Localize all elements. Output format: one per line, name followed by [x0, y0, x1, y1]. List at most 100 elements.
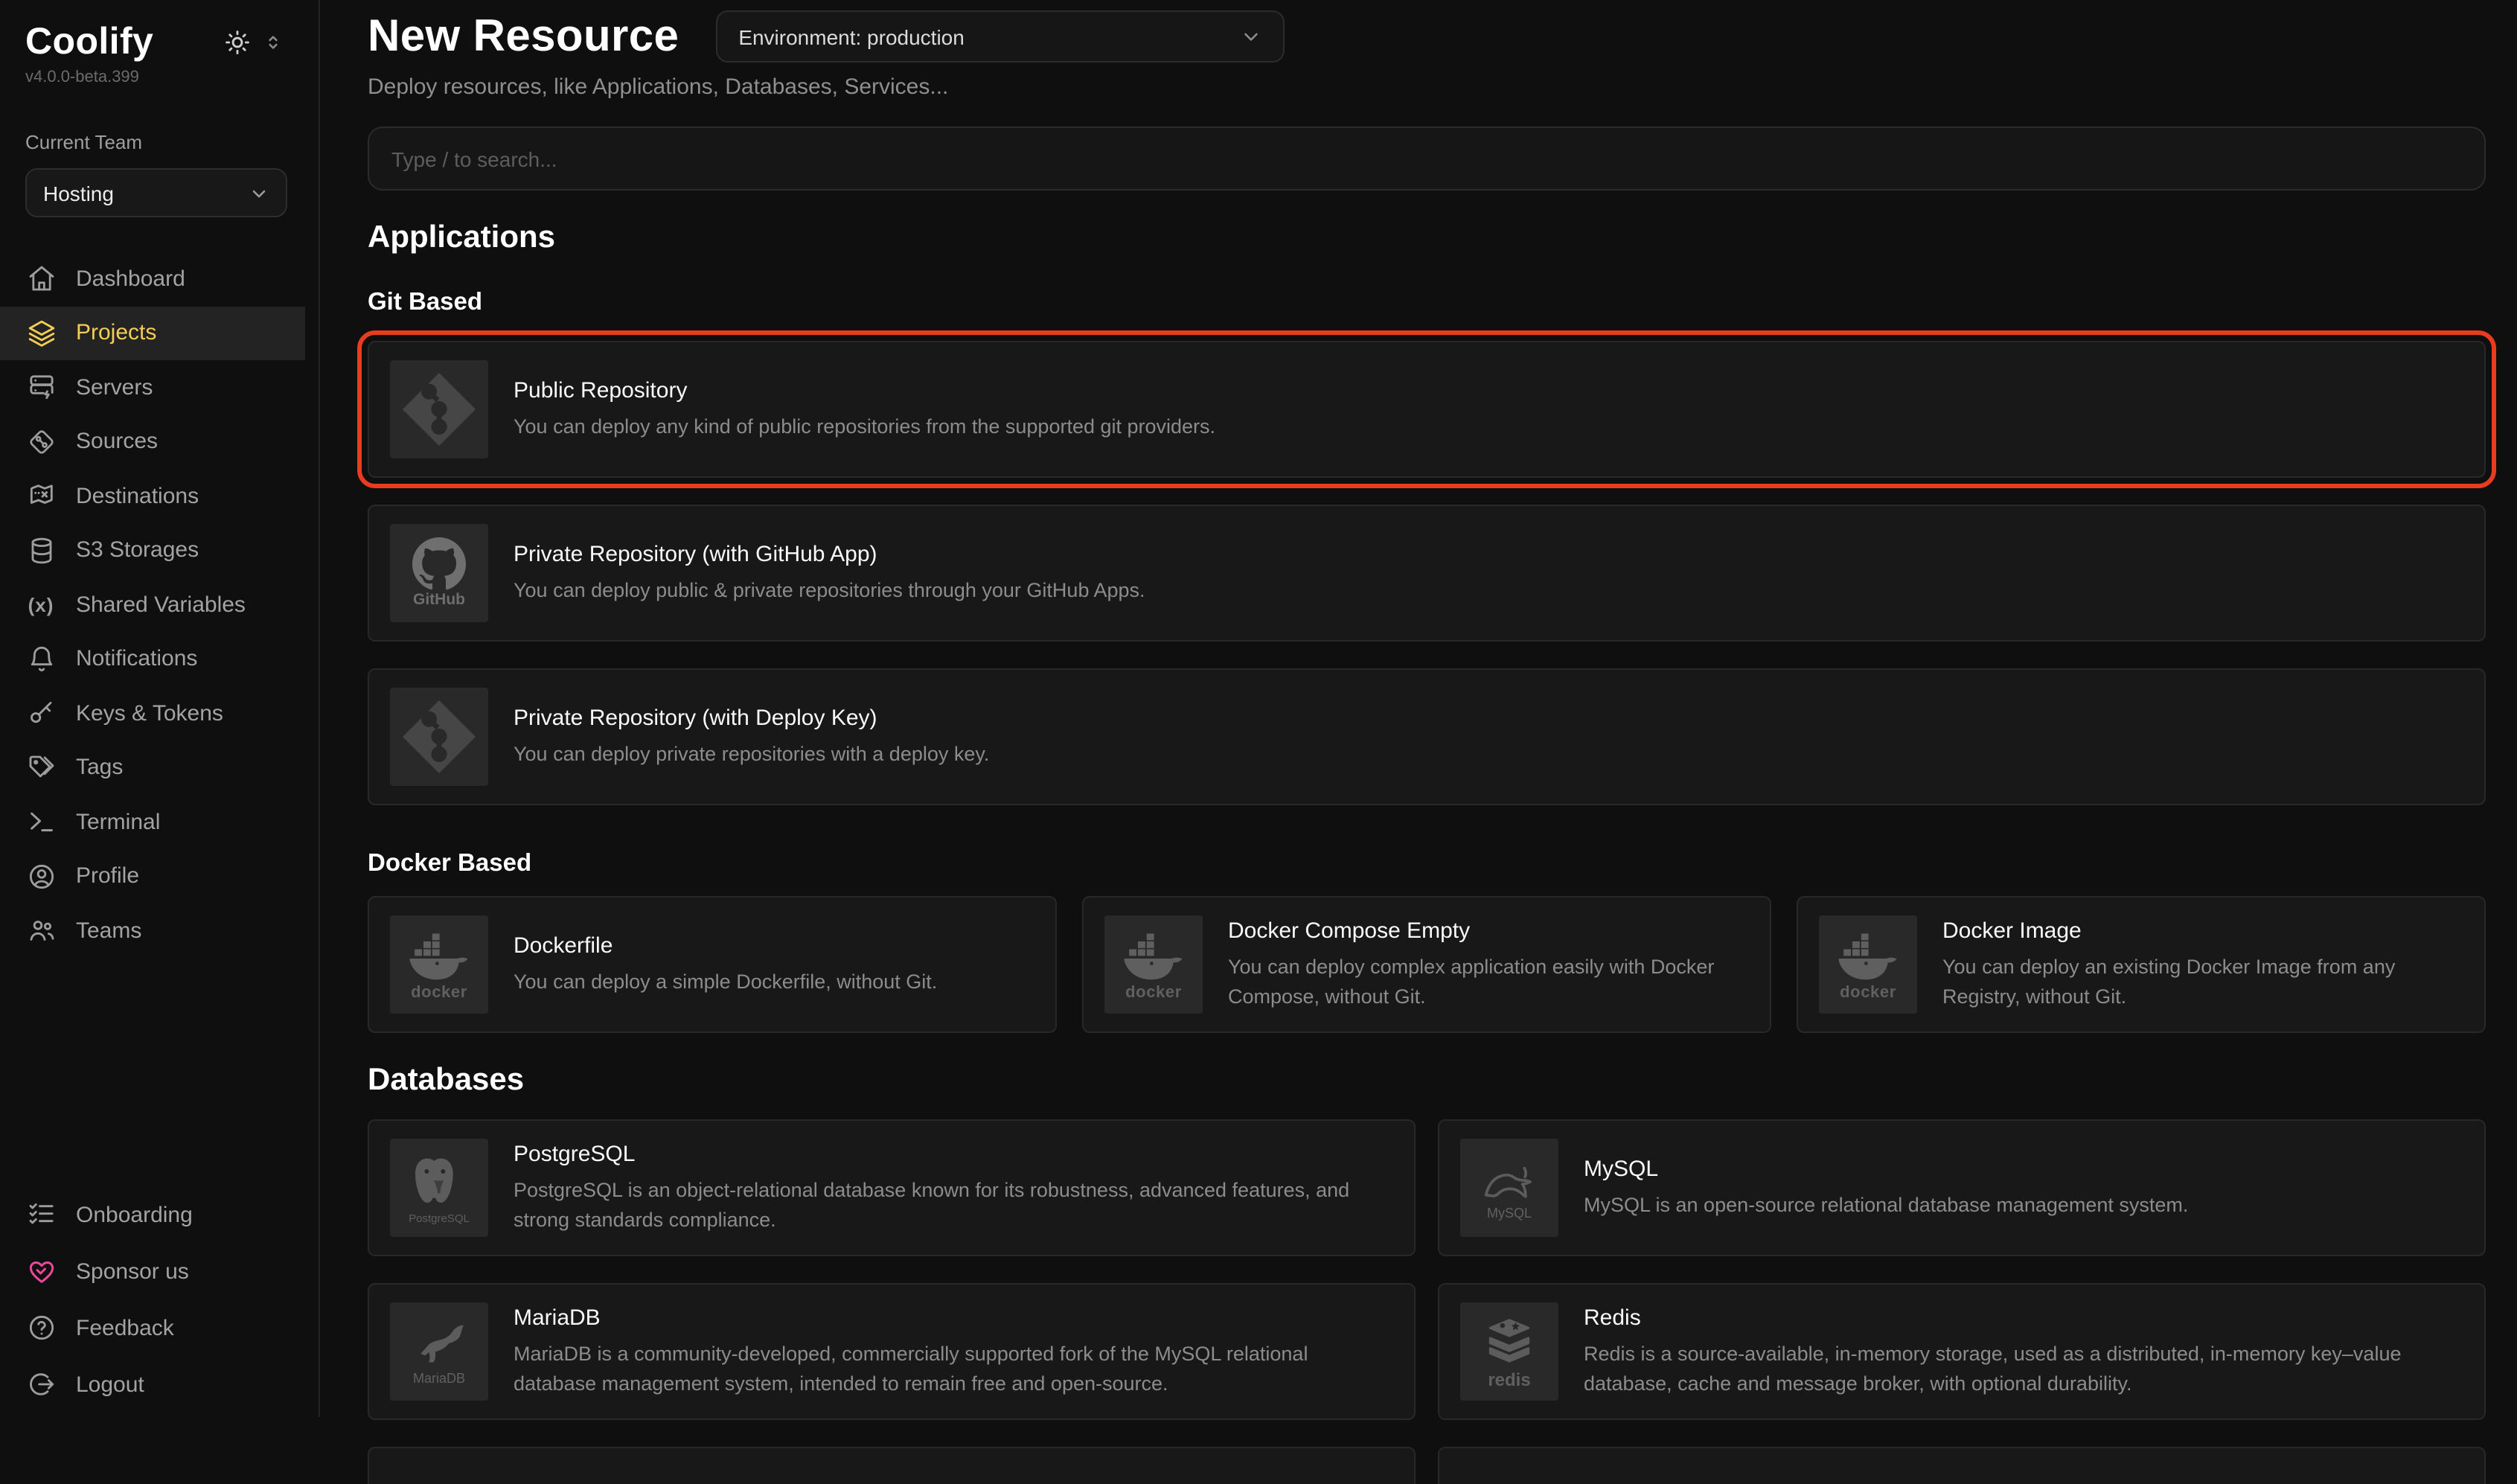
card-title: Dockerfile	[514, 933, 937, 958]
sidebar-item-label: S3 Storages	[76, 538, 199, 563]
docker-icon: docker	[390, 915, 488, 1014]
card-description: Redis is a source-available, in-memory s…	[1584, 1340, 2463, 1398]
terminal-icon	[25, 807, 57, 837]
cutoff-card	[368, 1447, 1416, 1484]
sidebar-item-label: Shared Variables	[76, 592, 246, 618]
chevrons-up-down-icon[interactable]	[263, 33, 283, 52]
card-description: MySQL is an open-source relational datab…	[1584, 1190, 2188, 1219]
sidebar-item-logout[interactable]: Logout	[0, 1356, 319, 1413]
sidebar-item-label: Tags	[76, 755, 123, 781]
sidebar-item-destinations[interactable]: Destinations	[0, 469, 319, 523]
sidebar-item-label: Teams	[76, 918, 141, 944]
sidebar-item-label: Servers	[76, 375, 153, 400]
sidebar-item-sponsor-us[interactable]: Sponsor us	[0, 1243, 319, 1299]
sidebar-item-projects[interactable]: Projects	[0, 306, 305, 360]
search-input[interactable]	[368, 127, 2486, 191]
card-docker-image[interactable]: docker Docker Image You can deploy an ex…	[1797, 896, 2486, 1033]
sidebar-footer: Onboarding Sponsor us Feedback Logout	[0, 1186, 319, 1413]
mysql-logo-caption: MySQL	[1487, 1207, 1532, 1221]
card-description: You can deploy any kind of public reposi…	[514, 412, 1215, 441]
card-description: You can deploy an existing Docker Image …	[1942, 953, 2463, 1011]
card-private-repository-github-app[interactable]: GitHub Private Repository (with GitHub A…	[368, 505, 2486, 642]
docker-logo-caption: docker	[411, 985, 467, 1002]
sidebar-item-s3-storages[interactable]: S3 Storages	[0, 523, 319, 578]
docker-logo-caption: docker	[1125, 985, 1182, 1002]
sidebar-item-profile[interactable]: Profile	[0, 849, 319, 903]
docker-based-heading: Docker Based	[368, 850, 2486, 878]
variable-icon: (x)	[25, 594, 57, 616]
git-based-cards: Public Repository You can deploy any kin…	[368, 341, 2486, 805]
card-private-repository-deploy-key[interactable]: Private Repository (with Deploy Key) You…	[368, 668, 2486, 805]
databases-heading: Databases	[368, 1063, 2486, 1098]
github-logo-caption: GitHub	[413, 593, 465, 609]
brand-logo: Coolify	[25, 21, 153, 64]
layers-icon	[25, 319, 57, 348]
sidebar-item-label: Logout	[76, 1372, 144, 1397]
card-docker-compose-empty[interactable]: docker Docker Compose Empty You can depl…	[1082, 896, 1771, 1033]
sidebar-item-label: Keys & Tokens	[76, 701, 223, 726]
sidebar-item-dashboard[interactable]: Dashboard	[0, 252, 319, 306]
database-cards: PostgreSQL PostgreSQL PostgreSQL is an o…	[368, 1119, 2486, 1420]
bell-icon	[25, 645, 57, 674]
theme-sun-icon[interactable]	[225, 30, 250, 55]
logout-icon	[25, 1369, 57, 1399]
server-icon	[25, 373, 57, 403]
home-icon	[25, 264, 57, 294]
git-based-heading: Git Based	[368, 289, 2486, 317]
card-description: MariaDB is a community-developed, commer…	[514, 1340, 1393, 1398]
sidebar-item-label: Destinations	[76, 484, 199, 509]
mariadb-icon: MariaDB	[390, 1302, 488, 1401]
card-dockerfile[interactable]: docker Dockerfile You can deploy a simpl…	[368, 896, 1057, 1033]
card-title: PostgreSQL	[514, 1142, 1393, 1167]
git-icon	[390, 360, 488, 458]
sidebar-item-onboarding[interactable]: Onboarding	[0, 1186, 319, 1243]
sidebar-item-notifications[interactable]: Notifications	[0, 632, 319, 686]
page-title: New Resource	[368, 11, 679, 62]
sidebar-item-shared-variables[interactable]: (x) Shared Variables	[0, 578, 319, 632]
sidebar-item-terminal[interactable]: Terminal	[0, 795, 319, 849]
docker-icon: docker	[1819, 915, 1917, 1014]
environment-select[interactable]: Environment: production	[716, 10, 1285, 63]
map-icon	[25, 482, 57, 511]
card-description: You can deploy complex application easil…	[1228, 953, 1749, 1011]
card-description: PostgreSQL is an object-relational datab…	[514, 1176, 1393, 1234]
card-mysql[interactable]: MySQL MySQL MySQL is an open-source rela…	[1438, 1119, 2486, 1256]
card-public-repository[interactable]: Public Repository You can deploy any kin…	[368, 341, 2486, 478]
checklist-icon	[25, 1200, 57, 1229]
card-redis[interactable]: redis Redis Redis is a source-available,…	[1438, 1283, 2486, 1420]
environment-select-value: Environment: production	[738, 25, 965, 48]
card-title: Private Repository (with GitHub App)	[514, 541, 1145, 566]
sidebar-item-feedback[interactable]: Feedback	[0, 1299, 319, 1356]
help-circle-icon	[25, 1313, 57, 1343]
sidebar-nav: Dashboard Projects Servers Sources Desti…	[0, 252, 319, 958]
team-select[interactable]: Hosting	[25, 168, 287, 217]
card-title: MySQL	[1584, 1156, 2188, 1181]
users-icon	[25, 916, 57, 946]
docker-icon: docker	[1104, 915, 1203, 1014]
coolify-app: Coolify v4.0.0-beta.399 Current Team Hos…	[0, 0, 2517, 1417]
sidebar-item-keys-tokens[interactable]: Keys & Tokens	[0, 686, 319, 741]
docker-based-cards: docker Dockerfile You can deploy a simpl…	[368, 896, 2486, 1033]
sidebar: Coolify v4.0.0-beta.399 Current Team Hos…	[0, 0, 320, 1417]
sidebar-item-teams[interactable]: Teams	[0, 903, 319, 958]
sidebar-item-label: Terminal	[76, 810, 160, 835]
user-circle-icon	[25, 862, 57, 892]
card-title: Docker Compose Empty	[1228, 918, 1749, 944]
sidebar-item-tags[interactable]: Tags	[0, 741, 319, 795]
redis-icon: redis	[1460, 1302, 1558, 1401]
key-icon	[25, 699, 57, 729]
card-title: Public Repository	[514, 377, 1215, 403]
chevron-down-icon	[249, 182, 269, 203]
sidebar-item-label: Profile	[76, 864, 139, 889]
card-postgresql[interactable]: PostgreSQL PostgreSQL PostgreSQL is an o…	[368, 1119, 1416, 1256]
current-team-label: Current Team	[0, 86, 319, 153]
docker-logo-caption: docker	[1840, 985, 1896, 1002]
page-header: New Resource Environment: production	[368, 10, 2486, 63]
card-mariadb[interactable]: MariaDB MariaDB MariaDB is a community-d…	[368, 1283, 1416, 1420]
sidebar-item-label: Sponsor us	[76, 1258, 189, 1284]
card-title: Docker Image	[1942, 918, 2463, 944]
git-icon	[390, 688, 488, 786]
sidebar-item-sources[interactable]: Sources	[0, 415, 319, 469]
sidebar-item-servers[interactable]: Servers	[0, 360, 319, 415]
tags-icon	[25, 753, 57, 783]
